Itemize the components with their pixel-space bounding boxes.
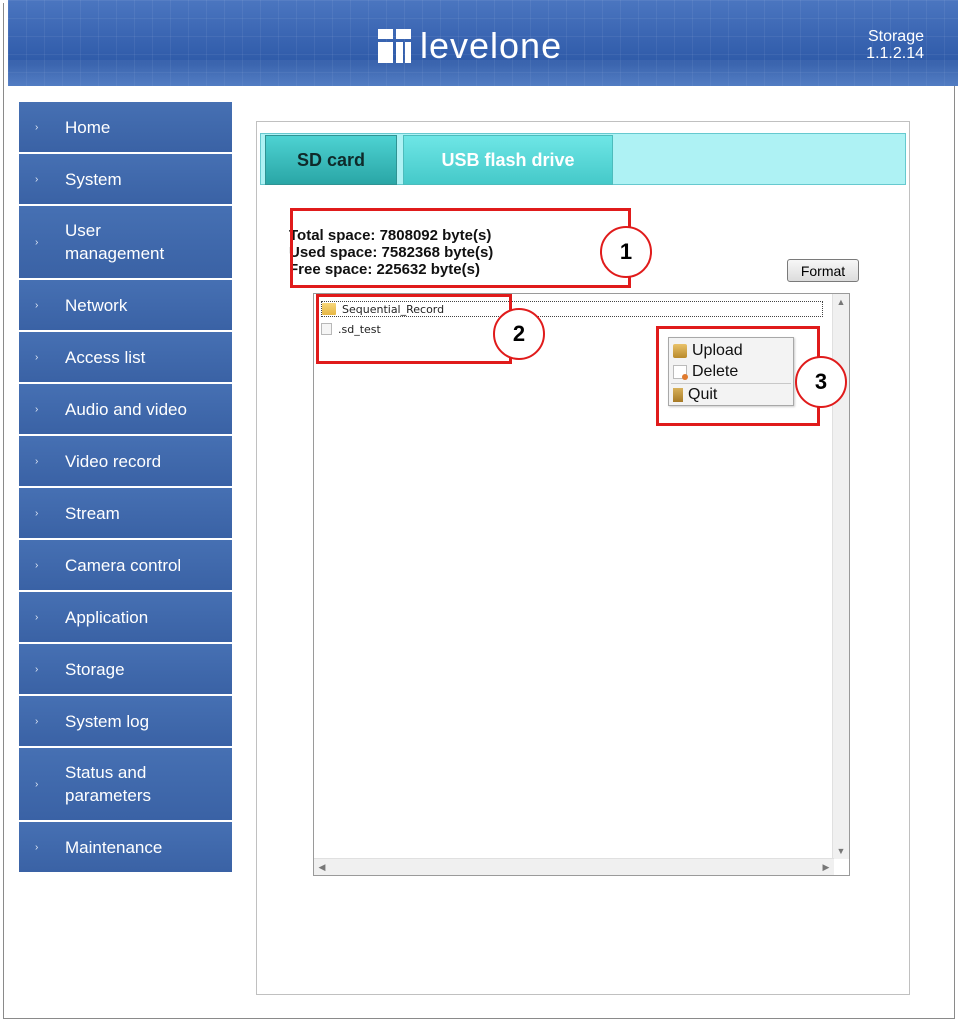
sidebar-item-label: Audio and video bbox=[65, 399, 187, 419]
chevron-right-icon: › bbox=[35, 559, 39, 571]
sidebar-item-network[interactable]: › Network bbox=[19, 280, 232, 332]
sidebar-item-system-log[interactable]: › System log bbox=[19, 696, 232, 748]
version-info: Storage 1.1.2.14 bbox=[866, 28, 924, 62]
sidebar-item-status-and-parameters[interactable]: › Status and parameters bbox=[19, 748, 232, 822]
sidebar-item-label: Storage bbox=[65, 659, 125, 679]
annotation-callout-1: 1 bbox=[600, 226, 652, 278]
storage-tab-bar: SD card USB flash drive bbox=[260, 133, 906, 185]
chevron-right-icon: › bbox=[35, 121, 39, 133]
header-banner: levelone Storage 1.1.2.14 bbox=[8, 0, 958, 86]
logo: levelone bbox=[378, 26, 562, 66]
chevron-right-icon: › bbox=[35, 715, 39, 727]
chevron-right-icon: › bbox=[35, 611, 39, 623]
chevron-right-icon: › bbox=[35, 455, 39, 467]
format-button[interactable]: Format bbox=[787, 259, 859, 282]
sidebar-item-stream[interactable]: › Stream bbox=[19, 488, 232, 540]
scroll-left-icon[interactable]: ◀ bbox=[314, 859, 330, 875]
sidebar-item-label: Stream bbox=[65, 503, 120, 523]
brand-name: levelone bbox=[420, 25, 563, 66]
sidebar-item-label: Status and parameters bbox=[65, 763, 151, 805]
levelone-logo-icon bbox=[378, 29, 412, 63]
sidebar-item-system[interactable]: › System bbox=[19, 154, 232, 206]
sidebar-item-label: Application bbox=[65, 607, 149, 627]
sidebar-item-label: System log bbox=[65, 711, 150, 731]
chevron-right-icon: › bbox=[35, 778, 39, 790]
sidebar-nav: › Home › System › User management › Network … bbox=[19, 102, 232, 874]
annotation-box-1 bbox=[290, 208, 631, 288]
sidebar-item-video-record[interactable]: › Video record bbox=[19, 436, 232, 488]
chevron-right-icon: › bbox=[35, 841, 39, 853]
chevron-right-icon: › bbox=[35, 173, 39, 185]
chevron-right-icon: › bbox=[35, 507, 39, 519]
sidebar-item-label: Video record bbox=[65, 451, 162, 471]
chevron-right-icon: › bbox=[35, 236, 39, 248]
scroll-down-icon[interactable]: ▼ bbox=[833, 843, 849, 859]
sidebar-item-label: System bbox=[65, 169, 122, 189]
sidebar-item-application[interactable]: › Application bbox=[19, 592, 232, 644]
scroll-right-icon[interactable]: ▶ bbox=[818, 859, 834, 875]
scroll-up-icon[interactable]: ▲ bbox=[833, 294, 849, 310]
sidebar-item-label: Network bbox=[65, 295, 128, 315]
sidebar-item-home[interactable]: › Home bbox=[19, 102, 232, 154]
chevron-right-icon: › bbox=[35, 299, 39, 311]
firmware-version: 1.1.2.14 bbox=[866, 45, 924, 62]
sidebar-item-maintenance[interactable]: › Maintenance bbox=[19, 822, 232, 874]
sidebar-item-access-list[interactable]: › Access list bbox=[19, 332, 232, 384]
chevron-right-icon: › bbox=[35, 403, 39, 415]
tab-usb-flash-drive[interactable]: USB flash drive bbox=[403, 135, 613, 185]
page: levelone Storage 1.1.2.14 › Home › System … bbox=[0, 0, 958, 1021]
sidebar-item-label: Access list bbox=[65, 347, 146, 367]
tab-sd-card[interactable]: SD card bbox=[265, 135, 397, 185]
sidebar-item-audio-and-video[interactable]: › Audio and video bbox=[19, 384, 232, 436]
chevron-right-icon: › bbox=[35, 351, 39, 363]
sidebar-item-storage[interactable]: › Storage bbox=[19, 644, 232, 696]
sidebar-item-user-management[interactable]: › User management bbox=[19, 206, 232, 280]
chevron-right-icon: › bbox=[35, 663, 39, 675]
annotation-callout-2: 2 bbox=[493, 308, 545, 360]
sidebar-item-label: Home bbox=[65, 117, 111, 137]
sidebar-item-label: Maintenance bbox=[65, 837, 163, 857]
section-title: Storage bbox=[867, 28, 924, 45]
sidebar-item-label: Camera control bbox=[65, 555, 182, 575]
sidebar-item-label: User management bbox=[65, 221, 165, 263]
sidebar-item-camera-control[interactable]: › Camera control bbox=[19, 540, 232, 592]
annotation-box-2 bbox=[316, 294, 512, 364]
horizontal-scrollbar[interactable]: ◀ ▶ bbox=[314, 858, 834, 875]
annotation-callout-3: 3 bbox=[795, 356, 847, 408]
